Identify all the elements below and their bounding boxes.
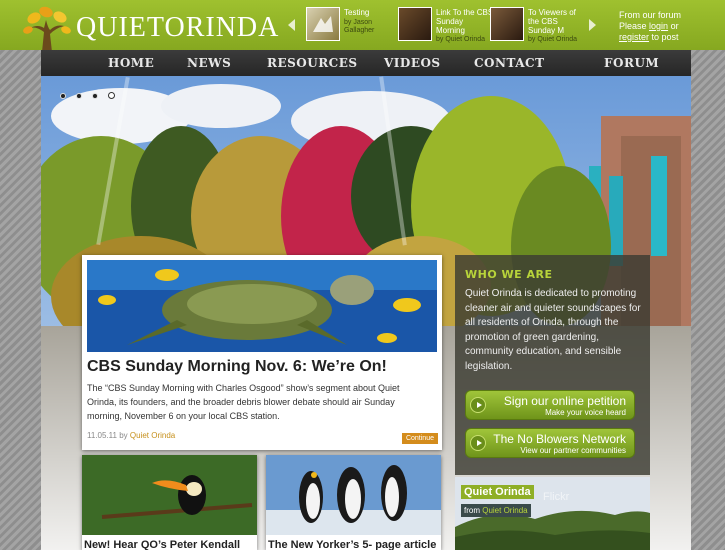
continue-button[interactable]: Continue	[401, 433, 438, 444]
logo-word-quiet: QUIET	[76, 12, 165, 43]
featured-item-2[interactable]: Link To the CBS Sunday Morning by Quiet …	[398, 7, 493, 43]
forum-login-prompt: From our forum Please login or register …	[619, 10, 719, 43]
toucan-image[interactable]	[82, 455, 257, 535]
main-nav: HOME NEWS RESOURCES VIDEOS CONTACT FORUM	[41, 50, 691, 76]
featured-next-arrow-icon[interactable]	[582, 8, 602, 42]
widget-title: Quiet Orinda	[461, 485, 534, 499]
widget-source: from Quiet Orinda	[461, 504, 531, 517]
featured-by-label: by	[436, 36, 444, 43]
slider-dot-active[interactable]	[108, 92, 115, 99]
featured-thumbnail	[490, 7, 524, 41]
slider-dot[interactable]	[60, 93, 66, 99]
post-author-link[interactable]: Quiet Orinda	[130, 431, 175, 440]
featured-title: Testing	[344, 8, 370, 17]
slider-dot[interactable]	[92, 93, 98, 99]
site-header: QUIETORINDA Testing by Jason Gallagher L…	[0, 0, 725, 52]
logo-word-orinda: ORINDA	[164, 12, 280, 43]
register-link[interactable]: register	[619, 32, 649, 42]
network-button-sublabel: View our partner communities	[520, 446, 626, 455]
featured-title: To Viewers of the CBS Sunday M	[528, 8, 576, 35]
petition-button[interactable]: Sign our online petition Make your voice…	[465, 390, 635, 420]
featured-byline: by Quiet Orinda	[436, 36, 496, 44]
arrow-right-icon	[470, 435, 486, 451]
widget-watermark: Flickr	[543, 491, 570, 503]
featured-prev-arrow-icon[interactable]	[282, 8, 302, 42]
post-card-small: New! Hear QO’s Peter Kendall	[82, 455, 257, 550]
nav-item-home[interactable]: HOME	[108, 56, 154, 70]
slider-dot[interactable]	[76, 93, 82, 99]
post-excerpt: The “CBS Sunday Morning with Charles Osg…	[87, 383, 400, 421]
login-link[interactable]: login	[649, 21, 668, 31]
flickr-widget[interactable]: Quiet Orinda Flickr from Quiet Orinda	[455, 477, 650, 550]
network-button-label: The No Blowers Network	[493, 432, 626, 446]
featured-item-3[interactable]: To Viewers of the CBS Sunday M by Quiet …	[490, 7, 580, 43]
featured-byline: by Jason Gallagher	[344, 19, 404, 35]
nav-item-news[interactable]: NEWS	[187, 56, 231, 70]
petition-button-sublabel: Make your voice heard	[545, 408, 626, 417]
penguins-image[interactable]	[266, 455, 441, 535]
petition-button-label: Sign our online petition	[503, 394, 626, 408]
site-logo[interactable]: QUIETORINDA	[22, 6, 278, 52]
tree-logo-icon	[23, 6, 71, 52]
nav-item-resources[interactable]: RESOURCES	[267, 56, 358, 70]
who-we-are-heading: WHO WE ARE	[465, 268, 553, 281]
featured-thumbnail	[398, 7, 432, 41]
post-card-small: The New Yorker’s 5- page article	[266, 455, 441, 550]
forum-heading: From our forum	[619, 10, 682, 20]
who-we-are-panel: WHO WE ARE Quiet Orinda is dedicated to …	[455, 255, 650, 475]
featured-title: Link To the CBS Sunday Morning	[436, 8, 494, 35]
nav-item-videos[interactable]: VIDEOS	[384, 56, 441, 70]
small-post-title[interactable]: The New Yorker’s 5- page article	[268, 539, 436, 550]
small-post-title[interactable]: New! Hear QO’s Peter Kendall	[84, 539, 240, 550]
featured-post-card: CBS Sunday Morning Nov. 6: We’re On! The…	[82, 255, 442, 450]
post-date: 11.05.11	[87, 431, 117, 440]
forum-to-post: to post	[651, 32, 679, 42]
featured-by-label: by	[528, 36, 536, 43]
post-meta: 11.05.11 by Quiet Orinda	[87, 431, 175, 440]
featured-by-label: by	[344, 19, 352, 26]
who-we-are-text: Quiet Orinda is dedicated to promoting c…	[465, 288, 641, 372]
widget-source-link[interactable]: Quiet Orinda	[482, 506, 527, 515]
featured-item-1[interactable]: Testing by Jason Gallagher	[306, 7, 396, 43]
no-blowers-network-button[interactable]: The No Blowers Network View our partner …	[465, 428, 635, 458]
forum-please: Please	[619, 21, 647, 31]
post-title[interactable]: CBS Sunday Morning Nov. 6: We’re On!	[87, 358, 387, 376]
forum-or: or	[670, 21, 679, 31]
sea-turtle-image[interactable]	[87, 260, 437, 352]
featured-author: Quiet Orinda	[445, 36, 486, 43]
nav-item-forum[interactable]: FORUM	[604, 56, 659, 70]
widget-from-label: from	[464, 506, 480, 515]
featured-thumbnail	[306, 7, 340, 41]
post-by: by	[119, 431, 128, 440]
featured-byline: by Quiet Orinda	[528, 36, 588, 44]
logo-wordmark: QUIETORINDA	[76, 12, 279, 44]
featured-author: Quiet Orinda	[537, 36, 578, 43]
nav-item-contact[interactable]: CONTACT	[474, 56, 545, 70]
arrow-right-icon	[470, 397, 486, 413]
